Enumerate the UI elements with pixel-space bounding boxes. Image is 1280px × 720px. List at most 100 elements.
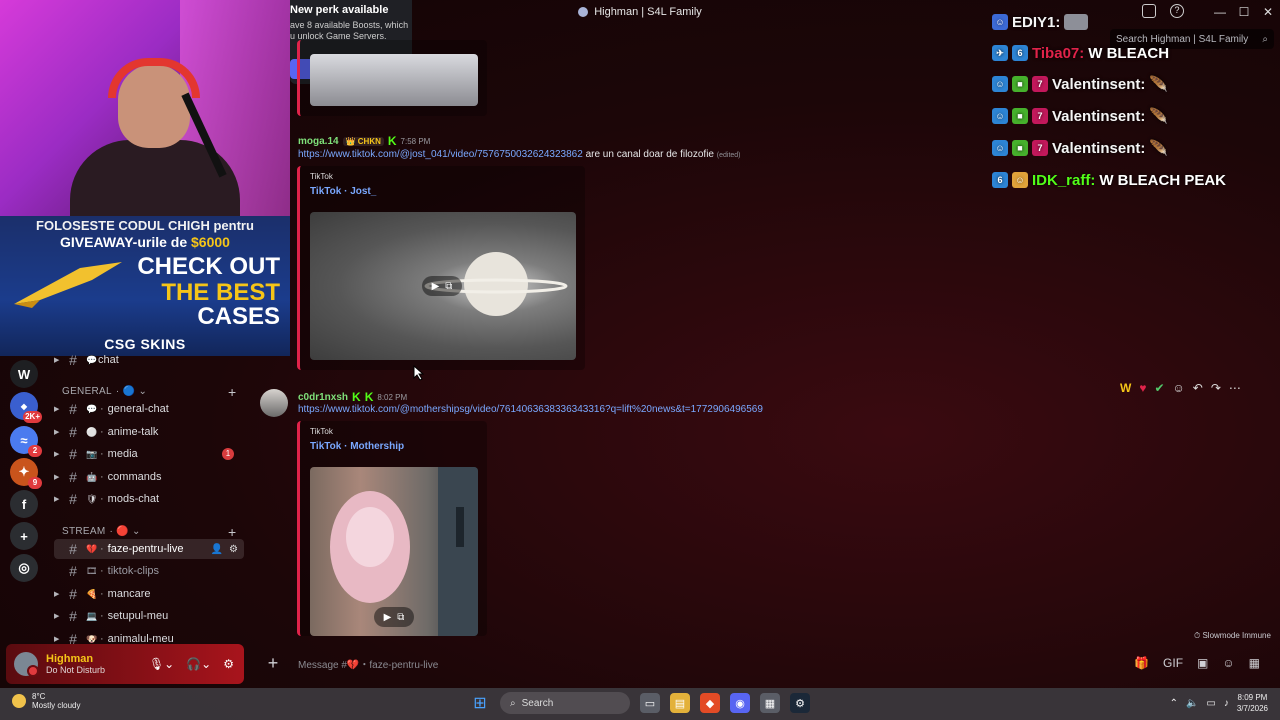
clock[interactable]: 8:09 PM 3/7/2026 <box>1237 692 1268 714</box>
badge-icon: ☺ <box>992 140 1008 156</box>
explore-icon[interactable]: ◎ <box>10 554 38 582</box>
channel-anime-talk[interactable]: ▶ # ⚪ · anime-talk <box>54 422 244 442</box>
message-link[interactable]: https://www.tiktok.com/@mothershipsg/vid… <box>298 404 763 415</box>
channel-emoji: 📷 <box>86 449 98 459</box>
microphone-icon[interactable]: 🎙⌄ <box>149 657 174 671</box>
message-text: are un canal doar de filozofie <box>585 149 714 160</box>
message-timestamp: 7:58 PM <box>400 136 431 146</box>
message-link[interactable]: https://www.tiktok.com/@jost_041/video/7… <box>298 149 583 160</box>
emote-icon <box>1064 14 1089 30</box>
window-title: Highman | S4L Family <box>578 6 702 18</box>
headphones-toggle-icon[interactable]: 🎧⌄ <box>186 657 211 671</box>
task-view-icon[interactable]: ▭ <box>640 693 660 713</box>
badge-icon: ✈ <box>992 45 1008 61</box>
channel-commands[interactable]: ▶ # 🤖 · commands <box>54 467 244 487</box>
add-reaction-icon[interactable]: ☺ <box>1173 381 1185 395</box>
close-button[interactable]: ✕ <box>1256 5 1280 19</box>
invite-icon[interactable]: 👤 <box>211 544 223 555</box>
network-icon[interactable]: ▭ <box>1206 698 1215 709</box>
server-icon-2[interactable]: ◆ 2K+ <box>10 392 42 423</box>
channel-media[interactable]: ▶ # 📷 · media 1 <box>54 444 244 464</box>
channel-emoji: 🐶 <box>86 634 98 644</box>
reaction-w[interactable]: W <box>1120 381 1131 395</box>
server-icon-3[interactable]: ≈2 <box>10 426 42 457</box>
minimize-button[interactable]: — <box>1208 5 1232 19</box>
add-server-icon[interactable]: + <box>10 522 38 550</box>
window-controls: — ☐ ✕ <box>1208 0 1280 24</box>
chat-message: W BLEACH PEAK <box>1099 171 1227 189</box>
channel-faze-pentru-live[interactable]: # 💔 · faze-pentru-live 👤 ⚙ <box>54 539 244 559</box>
chat-user: Tiba07: <box>1032 44 1085 62</box>
channel-emoji: 🤖 <box>86 472 98 482</box>
start-icon[interactable]: ⊞ <box>470 693 490 713</box>
play-button[interactable]: ▶ ⧉ <box>422 276 462 296</box>
avatar[interactable] <box>260 389 288 417</box>
inbox-icon[interactable] <box>1142 4 1156 18</box>
category-stream[interactable]: STREAM · 🔴 ⌄ + <box>62 524 236 540</box>
volume-icon[interactable]: ♪ <box>1224 698 1229 709</box>
weather-widget[interactable]: 8°C Mostly cloudy <box>12 692 80 710</box>
channel-tiktok-clips[interactable]: # 🎞 · tiktok-clips <box>54 561 244 581</box>
embed-thumbnail[interactable] <box>310 54 478 106</box>
heart-icon[interactable]: ♥ <box>1139 381 1146 395</box>
speaker-icon[interactable]: 🔈 <box>1186 698 1198 709</box>
file-explorer-icon[interactable]: ▤ <box>670 693 690 713</box>
sub-badge-icon: 7 <box>1032 108 1048 124</box>
reply-icon[interactable]: ↶ <box>1193 381 1203 395</box>
apps-icon[interactable]: ▦ <box>1249 656 1260 670</box>
sticker-icon[interactable]: ▣ <box>1197 656 1208 670</box>
channel-emoji: 🍕 <box>86 589 98 599</box>
perk-text: ave 8 available Boosts, which u unlock G… <box>290 20 409 41</box>
gif-icon[interactable]: GIF <box>1163 656 1183 670</box>
forward-icon[interactable]: ↷ <box>1211 381 1221 395</box>
add-channel-button[interactable]: + <box>228 524 236 540</box>
username: Highman <box>46 653 94 665</box>
gear-icon[interactable]: ⚙ <box>229 544 238 555</box>
category-general[interactable]: GENERAL · 🔵 ⌄ + <box>62 384 236 400</box>
more-options-icon[interactable]: ⋯ <box>1229 381 1241 395</box>
channel-label: media <box>107 448 138 460</box>
emoji-icon[interactable]: ☺ <box>1222 656 1234 670</box>
help-icon[interactable]: ? <box>1170 4 1184 18</box>
server-badge: 2 <box>28 445 42 457</box>
chat-overlay-line: ☺ ■ 7 Valentinsent: 🪶 <box>992 104 1168 128</box>
steam-icon[interactable]: ⚙ <box>790 693 810 713</box>
add-channel-button[interactable]: + <box>228 384 236 400</box>
user-settings-icon[interactable]: ⚙ <box>223 657 234 671</box>
play-button[interactable]: ▶ ⧉ <box>374 607 414 627</box>
channel-label: commands <box>107 471 162 483</box>
channel-mancare[interactable]: ▶ # 🍕 · mancare <box>54 584 244 604</box>
promo-giveaway-amount: $6000 <box>191 234 230 250</box>
chevron-up-icon[interactable]: ⌃ <box>1170 698 1178 709</box>
channel-general-chat[interactable]: ▶ # 💬 · general-chat <box>54 399 244 419</box>
calculator-icon[interactable]: ▦ <box>760 693 780 713</box>
attach-button[interactable]: + <box>258 653 288 674</box>
discord-icon[interactable]: ◉ <box>730 693 750 713</box>
maximize-button[interactable]: ☐ <box>1232 5 1256 19</box>
channel-label: chat <box>98 354 119 366</box>
chat-overlay-line: ☺ ■ 7 Valentinsent: 🪶 <box>992 136 1168 160</box>
video-thumbnail[interactable]: ▶ ⧉ <box>310 467 478 636</box>
channel-label: faze-pentru-live <box>107 543 184 555</box>
server-icon-w[interactable]: W <box>10 360 38 388</box>
hash-icon: # <box>69 424 77 440</box>
channel-setupul-meu[interactable]: ▶ # 💻 · setupul-meu <box>54 606 244 626</box>
weather-temp: 8°C <box>32 692 46 701</box>
channel-chat[interactable]: ▶ # 💬 chat <box>54 350 244 370</box>
message-author[interactable]: moga.14 <box>298 136 339 147</box>
badge-icon: ☺ <box>1012 172 1028 188</box>
taskbar-search[interactable]: ⌕ Search <box>500 692 630 714</box>
checkmark-icon[interactable]: ✔ <box>1154 381 1164 395</box>
brave-icon[interactable]: ◆ <box>700 693 720 713</box>
gift-icon[interactable]: 🎁 <box>1134 656 1149 670</box>
message-input[interactable]: Message #💔・faze-pentru-live <box>298 656 438 671</box>
channel-mods-chat[interactable]: ▶ # 🛡 · mods-chat <box>54 489 244 509</box>
message-author[interactable]: c0dr1nxsh <box>298 392 348 403</box>
search-icon: ⌕ <box>1262 33 1268 45</box>
server-icon-4[interactable]: ✦ 9 <box>10 458 42 489</box>
avatar[interactable] <box>14 652 39 677</box>
embed-title[interactable]: TikTok · Mothership <box>310 441 404 452</box>
server-icon-5[interactable]: f <box>10 490 38 518</box>
embed-title[interactable]: TikTok · Jost_ <box>310 186 376 197</box>
video-thumbnail[interactable]: ▶ ⧉ <box>310 212 576 360</box>
